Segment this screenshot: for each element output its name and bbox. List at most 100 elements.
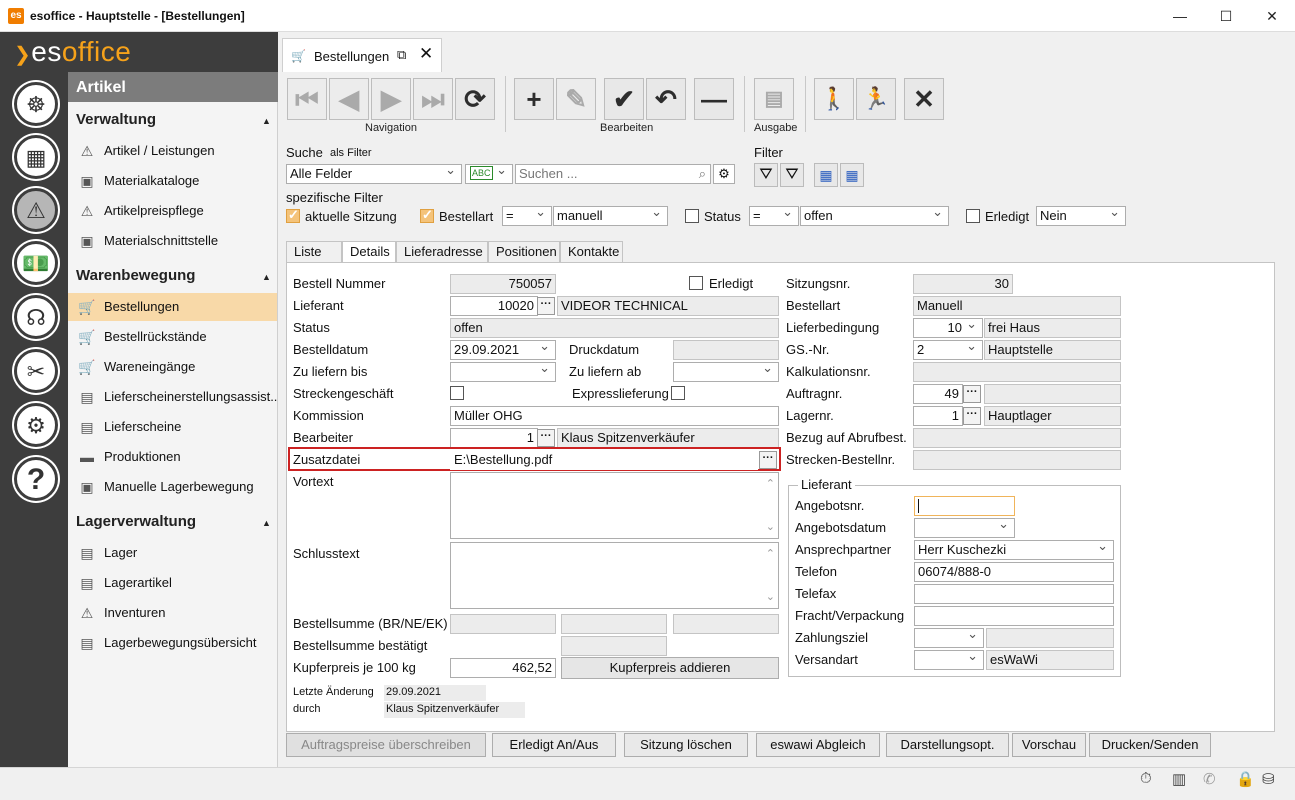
- ansprechpartner-select[interactable]: Herr Kuschezki: [914, 540, 1114, 560]
- zusatzdatei-browse-button[interactable]: ···: [759, 451, 777, 469]
- aktuelle-sitzung-checkbox[interactable]: [286, 207, 300, 223]
- status-value-select[interactable]: offen: [800, 206, 949, 226]
- lieferant-nr-field[interactable]: 10020: [450, 296, 538, 316]
- filter-tree-icon[interactable]: ▦: [814, 163, 838, 187]
- nav-item-bestellungen[interactable]: 🛒 Bestellungen: [68, 293, 277, 321]
- filter-tree2-icon[interactable]: ▦: [840, 163, 864, 187]
- nav-item-artikel-leistungen[interactable]: ⚠ Artikel / Leistungen: [68, 137, 277, 165]
- nav-item-bestellrueckstaende[interactable]: 🛒 Bestellrückstände: [68, 323, 277, 351]
- database-icon[interactable]: ⛁: [1262, 770, 1275, 788]
- nav-item-materialschnittstelle[interactable]: ▣ Materialschnittstelle: [68, 227, 277, 255]
- gears-icon[interactable]: ⚙: [14, 403, 58, 447]
- nav-item-materialkataloge[interactable]: ▣ Materialkataloge: [68, 167, 277, 195]
- lieferant-lookup-button[interactable]: ···: [537, 297, 555, 315]
- tab-lieferadresse[interactable]: Lieferadresse: [396, 241, 488, 262]
- kupferpreis-field[interactable]: 462,52: [450, 658, 556, 678]
- lieferbedingung-select[interactable]: 10: [913, 318, 983, 338]
- undo-button[interactable]: ↶: [646, 78, 686, 120]
- maximize-button[interactable]: ☐: [1203, 0, 1249, 32]
- building-icon[interactable]: ▥: [1172, 770, 1186, 788]
- search-mode-select[interactable]: ABC: [465, 164, 513, 184]
- nav-item-lagerbewegungsuebersicht[interactable]: ▤ Lagerbewegungsübersicht: [68, 629, 277, 657]
- tab-details[interactable]: Details: [342, 241, 396, 263]
- zusatzdatei-field[interactable]: E:\Bestellung.pdf: [450, 450, 758, 470]
- versandart-select[interactable]: [914, 650, 984, 670]
- darstellungsopt-button[interactable]: Darstellungsopt.: [886, 733, 1009, 757]
- telefax-field[interactable]: [914, 584, 1114, 604]
- telefon-field[interactable]: 06074/888-0: [914, 562, 1114, 582]
- scroll-up-icon[interactable]: ⌃: [766, 475, 775, 493]
- nav-item-lagerartikel[interactable]: ▤ Lagerartikel: [68, 569, 277, 597]
- drucken-senden-button[interactable]: Drucken/Senden: [1089, 733, 1211, 757]
- tab-positionen[interactable]: Positionen: [488, 241, 560, 262]
- cancel-button[interactable]: ✕: [904, 78, 944, 120]
- building-icon[interactable]: ▦: [14, 135, 58, 179]
- erledigt-filter-checkbox[interactable]: [966, 209, 980, 223]
- bestelldatum-field[interactable]: 29.09.2021: [450, 340, 556, 360]
- tools-icon[interactable]: ✂: [14, 349, 58, 393]
- schlusstext-textarea[interactable]: ⌃ ⌄: [450, 542, 779, 609]
- angebotsdatum-field[interactable]: [914, 518, 1015, 538]
- previous-record-button[interactable]: ◀: [329, 78, 369, 120]
- collapse-icon[interactable]: ▲: [262, 272, 271, 282]
- search-input[interactable]: Suchen ... ⌕: [515, 164, 711, 184]
- zu-liefern-ab-field[interactable]: [673, 362, 779, 382]
- tab-liste[interactable]: Liste: [286, 241, 342, 262]
- money-icon[interactable]: 💵: [14, 241, 58, 285]
- lock-icon[interactable]: 🔒: [1236, 770, 1255, 788]
- document-tab-bestellungen[interactable]: 🛒 Bestellungen ⧉ ✕: [282, 38, 442, 72]
- close-window-button[interactable]: ✕: [1249, 0, 1295, 32]
- siren-icon[interactable]: ⚠: [14, 188, 58, 232]
- status-operator-select[interactable]: =: [749, 206, 799, 226]
- refresh-button[interactable]: ⟳: [455, 78, 495, 120]
- bestellart-operator-select[interactable]: =: [502, 206, 552, 226]
- popout-icon[interactable]: ⧉: [397, 47, 406, 63]
- nav-section-lagerverwaltung[interactable]: Lagerverwaltung: [76, 513, 196, 530]
- save-button[interactable]: ✔: [604, 78, 644, 120]
- bestellart-checkbox[interactable]: [420, 207, 434, 223]
- search-settings-icon[interactable]: ⚙: [713, 164, 735, 184]
- scroll-down-icon[interactable]: ⌄: [766, 518, 775, 536]
- bearbeiter-nr-field[interactable]: 1: [450, 428, 538, 448]
- nav-section-warenbewegung[interactable]: Warenbewegung: [76, 267, 195, 284]
- delete-button[interactable]: —: [694, 78, 734, 120]
- walk-icon-button[interactable]: 🚶: [814, 78, 854, 120]
- help-icon[interactable]: ?: [14, 457, 58, 501]
- phone-icon[interactable]: ✆: [1203, 770, 1216, 788]
- bearbeiter-lookup-button[interactable]: ···: [537, 429, 555, 447]
- last-record-button[interactable]: ⏭: [413, 78, 453, 120]
- auftragnr-field[interactable]: 49: [913, 384, 963, 404]
- auftragspreise-ueberschreiben-button[interactable]: Auftragspreise überschreiben: [286, 733, 486, 757]
- scroll-up-icon[interactable]: ⌃: [766, 545, 775, 563]
- helm-icon[interactable]: ☸: [14, 82, 58, 126]
- lagernr-lookup-button[interactable]: ···: [963, 407, 981, 425]
- nav-item-lager[interactable]: ▤ Lager: [68, 539, 277, 567]
- nav-section-verwaltung[interactable]: Verwaltung: [76, 111, 156, 128]
- gs-nr-select[interactable]: 2: [913, 340, 983, 360]
- close-tab-icon[interactable]: ✕: [419, 44, 433, 64]
- erledigt-an-aus-button[interactable]: Erledigt An/Aus: [492, 733, 616, 757]
- run-icon-button[interactable]: 🏃: [856, 78, 896, 120]
- eswawi-abgleich-button[interactable]: eswawi Abgleich: [756, 733, 880, 757]
- fracht-field[interactable]: [914, 606, 1114, 626]
- search-icon[interactable]: ⌕: [699, 165, 706, 183]
- zahlungsziel-select[interactable]: [914, 628, 984, 648]
- auftragnr-lookup-button[interactable]: ···: [963, 385, 981, 403]
- collapse-icon[interactable]: ▲: [262, 116, 271, 126]
- nav-item-lieferscheine[interactable]: ▤ Lieferscheine: [68, 413, 277, 441]
- filter-edit-icon[interactable]: ⛛: [780, 163, 804, 187]
- headset-icon[interactable]: ☊: [14, 295, 58, 339]
- nav-item-manuelle-lagerbewegung[interactable]: ▣ Manuelle Lagerbewegung: [68, 473, 277, 501]
- edit-button[interactable]: ✎: [556, 78, 596, 120]
- angebotsnr-field[interactable]: [914, 496, 1015, 516]
- streckengeschaeft-checkbox[interactable]: [450, 386, 464, 400]
- nav-item-lieferscheinassistent[interactable]: ▤ Lieferscheinerstellungsassist...: [68, 383, 277, 411]
- lagernr-field[interactable]: 1: [913, 406, 963, 426]
- zu-liefern-bis-field[interactable]: [450, 362, 556, 382]
- collapse-icon[interactable]: ▲: [262, 518, 271, 528]
- bestell-nummer-field[interactable]: 750057: [450, 274, 556, 294]
- expresslieferung-checkbox[interactable]: [671, 386, 685, 400]
- print-list-button[interactable]: ▤: [754, 78, 794, 120]
- filter-icon[interactable]: ⛛: [754, 163, 778, 187]
- bestellart-value-select[interactable]: manuell: [553, 206, 668, 226]
